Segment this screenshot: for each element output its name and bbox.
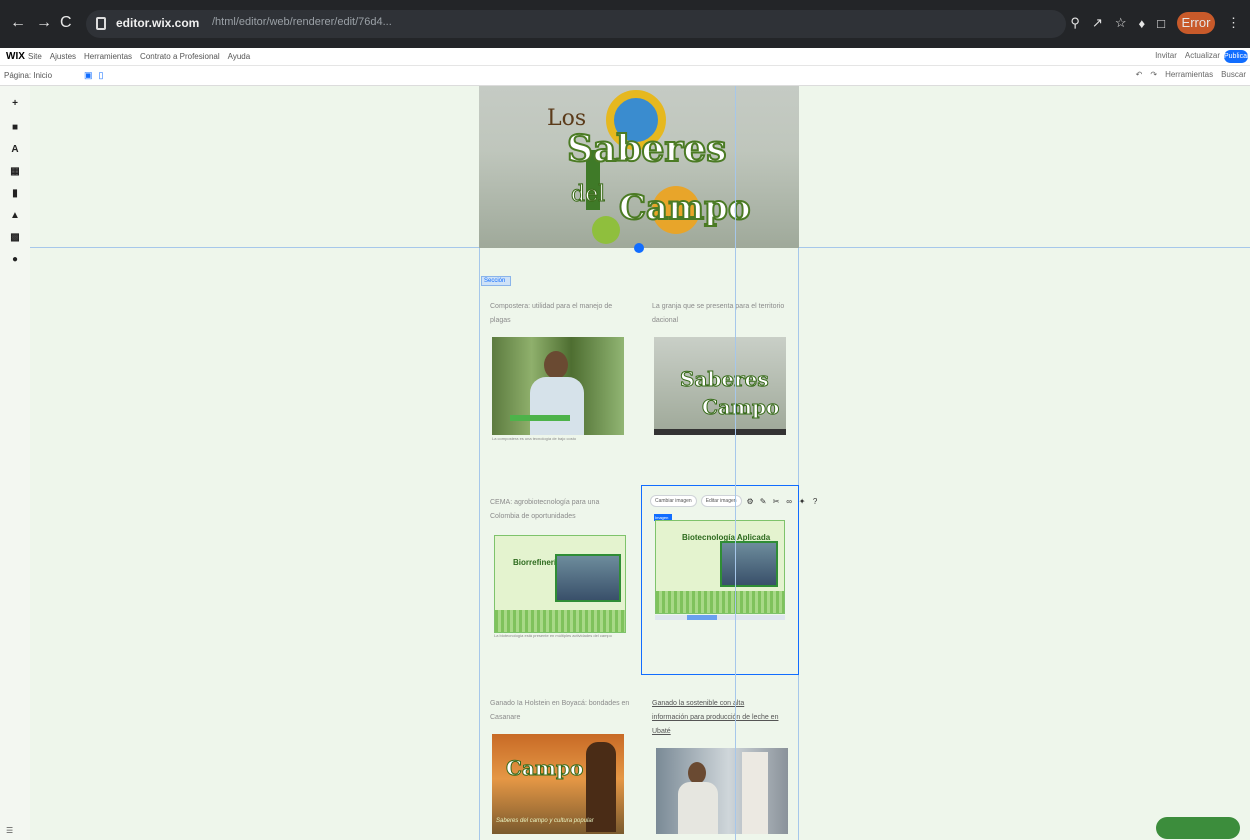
menu-item-tools[interactable]: Herramientas bbox=[84, 52, 132, 61]
desktop-icon[interactable]: ▣ bbox=[84, 70, 93, 81]
menu-item-settings[interactable]: Ajustes bbox=[50, 52, 76, 61]
extensions-icon[interactable]: ♦ bbox=[1139, 16, 1146, 31]
card-title-link[interactable]: Ganado la sostenible con alta informació… bbox=[652, 697, 780, 739]
lower-third-band bbox=[510, 415, 570, 421]
slide-photo bbox=[720, 541, 778, 587]
card-thumbnail[interactable]: Biorrefinería Orgánica bbox=[494, 535, 626, 633]
link-icon[interactable]: ∞ bbox=[785, 497, 794, 506]
person-head bbox=[688, 762, 706, 784]
card-title[interactable]: La granja que se presenta para el territ… bbox=[652, 300, 792, 328]
card-thumbnail[interactable]: Campo Saberes del campo y cultura popula… bbox=[492, 734, 624, 834]
browser-toolbar: ← → C editor.wix.com /html/editor/web/re… bbox=[0, 0, 1250, 48]
redo-icon[interactable]: ↷ bbox=[1150, 70, 1157, 79]
editor-toolbar: Página: Inicio ▣ ▯ ↶ ↷ Herramientas Busc… bbox=[0, 66, 1250, 86]
tools-button[interactable]: Herramientas bbox=[1165, 70, 1213, 79]
lock-icon bbox=[96, 17, 106, 30]
menu-item-help[interactable]: Ayuda bbox=[228, 52, 251, 61]
address-bar[interactable]: editor.wix.com /html/editor/web/renderer… bbox=[86, 10, 1066, 38]
sidepanel-icon[interactable]: □ bbox=[1157, 16, 1165, 31]
caption-highlight bbox=[687, 615, 717, 620]
help-chat-button[interactable] bbox=[1156, 817, 1240, 839]
url-host: editor.wix.com bbox=[116, 16, 200, 30]
settings-icon[interactable]: ⚙ bbox=[746, 497, 755, 506]
caption-field[interactable] bbox=[655, 615, 785, 620]
card-thumbnail[interactable]: Saberes Campo bbox=[654, 337, 786, 435]
wix-menu-bar: WIX Site Ajustes Herramientas Contrato a… bbox=[0, 48, 1250, 66]
thumb-tagline: Saberes del campo y cultura popular bbox=[496, 818, 594, 824]
thumb-logo-text: Saberes bbox=[680, 367, 770, 392]
person-body bbox=[530, 377, 584, 435]
animation-icon[interactable]: ✦ bbox=[798, 497, 807, 506]
add-icon[interactable]: + bbox=[10, 98, 20, 110]
upgrade-button[interactable]: Actualizar bbox=[1185, 51, 1220, 60]
layers-icon[interactable]: ☰ bbox=[6, 826, 13, 835]
media-icon[interactable]: ▲ bbox=[10, 210, 20, 222]
header-image[interactable]: Los Saberes del Campo bbox=[479, 86, 799, 248]
card-title[interactable]: CEMA: agrobiotecnología para una Colombi… bbox=[490, 496, 630, 524]
slide-grass bbox=[656, 591, 784, 613]
section-tag[interactable]: Sección bbox=[481, 276, 511, 286]
mobile-icon[interactable]: ▯ bbox=[99, 70, 104, 81]
thumb-logo-text: Campo bbox=[505, 756, 584, 781]
wix-main-menu: Site Ajustes Herramientas Contrato a Pro… bbox=[28, 52, 250, 61]
help-icon[interactable]: ? bbox=[811, 497, 820, 506]
slide-photo bbox=[555, 554, 621, 602]
wix-logo[interactable]: WIX bbox=[6, 51, 25, 62]
star-icon[interactable]: ☆ bbox=[1115, 15, 1127, 31]
undo-icon[interactable]: ↶ bbox=[1136, 70, 1143, 79]
left-rail: + ■ A ▦ ▮ ▲ ▩ ● bbox=[0, 86, 30, 840]
zoom-icon[interactable]: ⚲ bbox=[1070, 15, 1080, 31]
search-button[interactable]: Buscar bbox=[1221, 70, 1246, 79]
pen-icon[interactable]: ✎ bbox=[759, 497, 768, 506]
marketing-icon[interactable]: ● bbox=[10, 254, 20, 266]
person-body bbox=[678, 782, 718, 834]
menu-item-site[interactable]: Site bbox=[28, 52, 42, 61]
person-head bbox=[544, 351, 568, 379]
logo-saberes-text: Saberes bbox=[566, 127, 728, 171]
business-icon[interactable]: ▮ bbox=[10, 188, 20, 200]
page-selector[interactable]: Página: Inicio bbox=[4, 71, 52, 80]
cms-icon[interactable]: ▩ bbox=[10, 232, 20, 244]
slide-grass bbox=[495, 610, 625, 632]
card-thumbnail[interactable] bbox=[492, 337, 624, 435]
toolbar-right: ↶ ↷ Herramientas Buscar bbox=[1136, 70, 1246, 79]
card-caption: La biotecnología está presente en múltip… bbox=[494, 633, 612, 638]
apps-icon[interactable]: ▦ bbox=[10, 166, 20, 178]
back-icon[interactable]: ← bbox=[10, 14, 26, 32]
guide-vertical bbox=[735, 86, 736, 840]
change-image-button[interactable]: Cambiar imagen bbox=[650, 495, 697, 507]
browser-actions: ⚲ ↗ ☆ ♦ □ Error ⋮ bbox=[1070, 12, 1240, 34]
url-path: /html/editor/web/renderer/edit/76d4... bbox=[212, 16, 392, 28]
sections-icon[interactable]: ■ bbox=[10, 122, 20, 134]
card-caption: La compostera es una tecnología de bajo … bbox=[492, 436, 577, 441]
profile-button[interactable]: Error bbox=[1177, 12, 1215, 34]
church-tower bbox=[742, 752, 768, 834]
logo-campo-text: Campo bbox=[618, 187, 752, 229]
card-thumbnail[interactable]: Biotecnología Aplicada bbox=[655, 520, 785, 614]
menu-item-hire[interactable]: Contrato a Profesional bbox=[140, 52, 220, 61]
share-icon[interactable]: ↗ bbox=[1092, 15, 1103, 31]
menu-icon[interactable]: ⋮ bbox=[1227, 15, 1240, 31]
reload-icon[interactable]: C bbox=[60, 14, 72, 32]
forward-icon[interactable]: → bbox=[36, 14, 52, 32]
card-title[interactable]: Ganado Ia Holstein en Boyacá: bondades e… bbox=[490, 697, 630, 725]
card-title[interactable]: Compostera: utilidad para el manejo de p… bbox=[490, 300, 630, 328]
publish-button[interactable]: Publicar bbox=[1224, 50, 1249, 63]
invite-button[interactable]: Invitar bbox=[1155, 51, 1177, 60]
video-progress-bar[interactable] bbox=[654, 429, 786, 435]
logo-del-text: del bbox=[570, 182, 606, 208]
crop-icon[interactable]: ✂ bbox=[772, 497, 781, 506]
design-icon[interactable]: A bbox=[10, 144, 20, 156]
thumb-logo-text: Campo bbox=[701, 395, 780, 420]
wix-right-menu: Invitar Actualizar bbox=[1155, 51, 1220, 60]
device-switcher: ▣ ▯ bbox=[84, 70, 103, 81]
card-thumbnail[interactable] bbox=[656, 748, 788, 834]
